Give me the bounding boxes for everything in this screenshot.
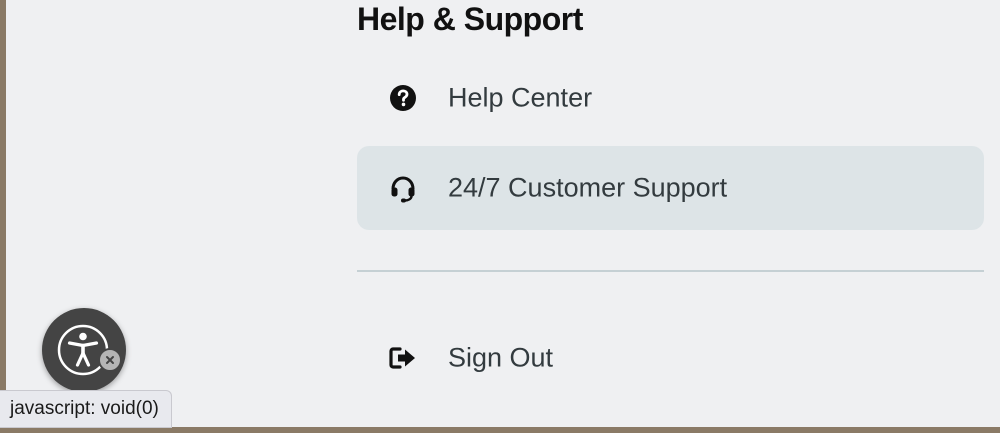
sign-out-button[interactable]: Sign Out: [357, 316, 984, 400]
status-bar-url: javascript: void(0): [0, 390, 172, 428]
page: Help & Support Help Center 24/7 Customer…: [6, 0, 1000, 427]
section-title: Help & Support: [357, 1, 583, 37]
menu-item-help-center[interactable]: Help Center: [357, 56, 984, 140]
customer-support-label: 24/7 Customer Support: [448, 172, 728, 203]
sign-out-icon: [387, 342, 419, 374]
sign-out-label: Sign Out: [448, 342, 554, 373]
accessibility-button[interactable]: [42, 308, 126, 392]
help-center-label: Help Center: [448, 82, 593, 113]
divider: [357, 270, 984, 272]
headset-icon: [387, 172, 419, 204]
menu-item-customer-support[interactable]: 24/7 Customer Support: [357, 146, 984, 230]
close-icon[interactable]: [98, 348, 122, 372]
question-circle-icon: [387, 82, 419, 114]
